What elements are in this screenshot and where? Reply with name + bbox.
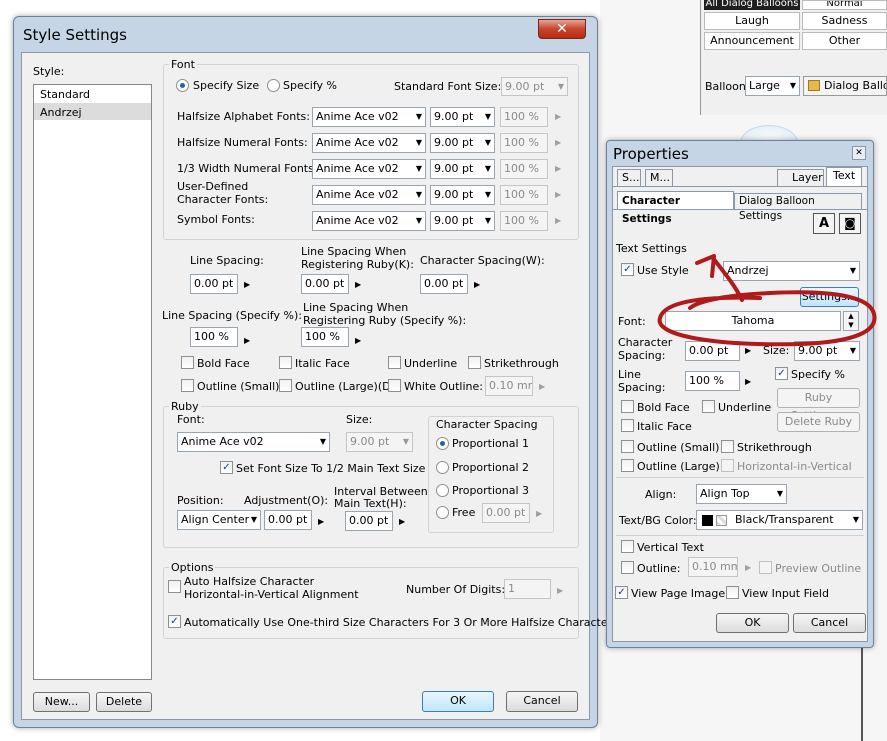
annotation-circle-icon: [657, 290, 877, 347]
annotation-arrowhead-icon: [695, 254, 716, 278]
red-annotation-overlay: [657, 254, 877, 347]
